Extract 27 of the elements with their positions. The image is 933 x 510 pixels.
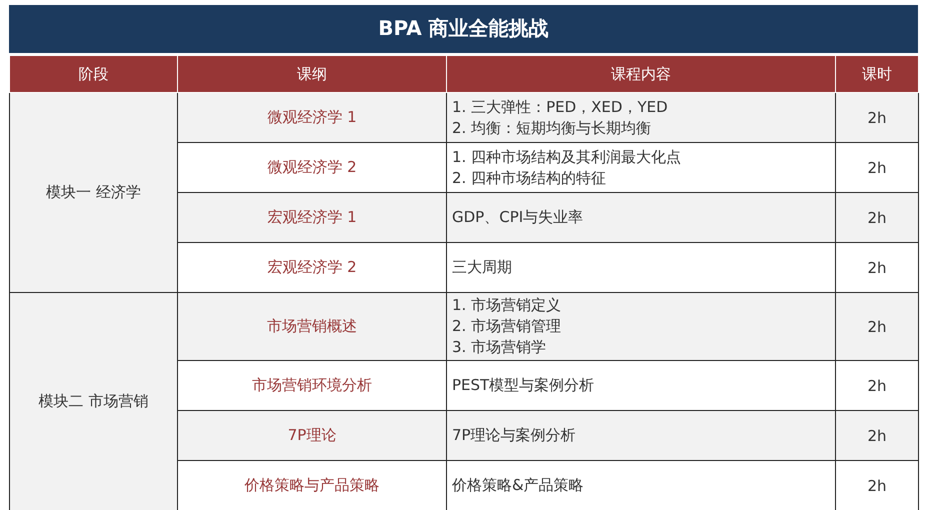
course-name-cell: 市场营销概述: [178, 292, 446, 360]
content-line: 3. 市场营销学: [452, 337, 548, 358]
course-name-cell: 微观经济学 1: [178, 92, 446, 142]
content-line: 2. 均衡：短期均衡与长期均衡: [452, 118, 652, 138]
content-line: 三大周期: [452, 257, 513, 278]
hours-cell: 2h: [836, 292, 918, 360]
content-line: 1. 三大弹性：PED，XED，YED: [452, 96, 669, 118]
content-line: 2. 市场营销管理: [452, 316, 562, 337]
column-header: 课程内容: [446, 56, 836, 92]
content-line: PEST模型与案例分析: [452, 375, 596, 396]
content-line: 7P理论与案例分析: [452, 425, 577, 446]
column-header: 课纲: [178, 56, 446, 92]
content-line: 价格策略&产品策略: [452, 475, 585, 496]
content-line: 1. 四种市场结构及其利润最大化点: [452, 146, 682, 168]
hours-cell: 2h: [836, 192, 918, 242]
stage-cell: 模块一 经济学: [10, 92, 178, 292]
column-header: 课时: [836, 56, 918, 92]
content-line: 1. 市场营销定义: [452, 295, 562, 316]
table-title: BPA 商业全能挑战: [9, 5, 918, 53]
course-name-cell: 7P理论: [178, 410, 446, 460]
stage-cell: 模块二 市场营销: [10, 292, 178, 510]
content-line: 2. 四种市场结构的特征: [452, 168, 608, 188]
content-line: GDP、CPI与失业率: [452, 207, 584, 228]
hours-cell: 2h: [836, 92, 918, 142]
column-header: 阶段: [10, 56, 178, 92]
course-name-cell: 宏观经济学 1: [178, 192, 446, 242]
hours-cell: 2h: [836, 410, 918, 460]
